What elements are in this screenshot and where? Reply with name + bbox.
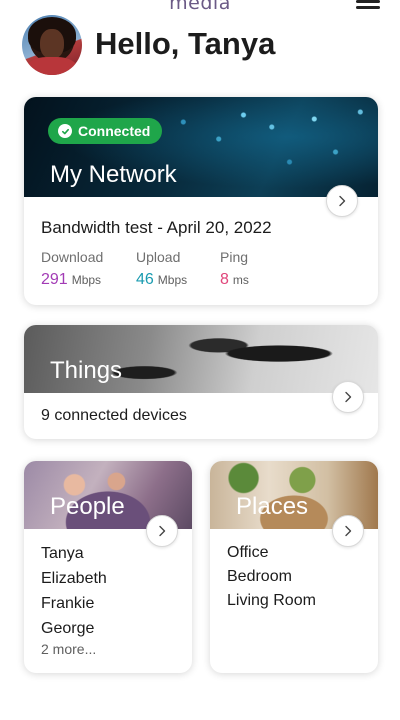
upload-label: Upload	[136, 249, 181, 265]
connected-badge: Connected	[48, 118, 163, 144]
network-chevron-right-icon[interactable]	[326, 185, 358, 217]
places-card[interactable]: Places Office Bedroom Living Room	[210, 461, 378, 673]
room-name: Office	[227, 544, 269, 561]
people-list: Tanya Elizabeth Frankie George	[41, 541, 107, 641]
person-name: Elizabeth	[41, 570, 107, 587]
greeting-heading: Hello, Tanya	[95, 26, 276, 61]
people-more-link[interactable]: 2 more...	[41, 641, 96, 657]
check-icon	[58, 124, 72, 138]
ping-metric: Ping 8 ms	[220, 249, 249, 289]
upload-unit: Mbps	[157, 273, 188, 287]
places-list: Office Bedroom Living Room	[227, 541, 316, 613]
people-title: People	[50, 493, 125, 520]
person-name: George	[41, 620, 95, 637]
connected-badge-label: Connected	[78, 123, 151, 139]
top-bar: media	[0, 0, 400, 14]
download-label: Download	[41, 249, 104, 265]
ping-label: Ping	[220, 249, 249, 265]
people-card[interactable]: People Tanya Elizabeth Frankie George 2 …	[24, 461, 192, 673]
brand-logo: media	[169, 0, 231, 14]
people-chevron-right-icon[interactable]	[146, 515, 178, 547]
bandwidth-test-title: Bandwidth test - April 20, 2022	[41, 218, 272, 237]
connected-devices-count: 9 connected devices	[41, 407, 187, 424]
places-chevron-right-icon[interactable]	[332, 515, 364, 547]
room-name: Bedroom	[227, 568, 292, 585]
upload-metric: Upload 46 Mbps	[136, 249, 187, 289]
download-unit: Mbps	[71, 273, 102, 287]
person-name: Tanya	[41, 545, 84, 562]
download-value: 291	[41, 271, 68, 288]
avatar[interactable]	[22, 15, 82, 75]
things-chevron-right-icon[interactable]	[332, 381, 364, 413]
person-name: Frankie	[41, 595, 95, 612]
room-name: Living Room	[227, 592, 316, 609]
ping-value: 8	[220, 271, 229, 288]
upload-value: 46	[136, 271, 154, 288]
things-card[interactable]: Things 9 connected devices	[24, 325, 378, 439]
download-metric: Download 291 Mbps	[41, 249, 103, 289]
network-title: My Network	[50, 161, 177, 188]
menu-icon[interactable]	[356, 0, 380, 9]
ping-unit: ms	[232, 273, 249, 287]
things-title: Things	[50, 357, 123, 384]
places-title: Places	[236, 493, 309, 520]
my-network-card[interactable]: Connected My Network Bandwidth test - Ap…	[24, 97, 378, 305]
